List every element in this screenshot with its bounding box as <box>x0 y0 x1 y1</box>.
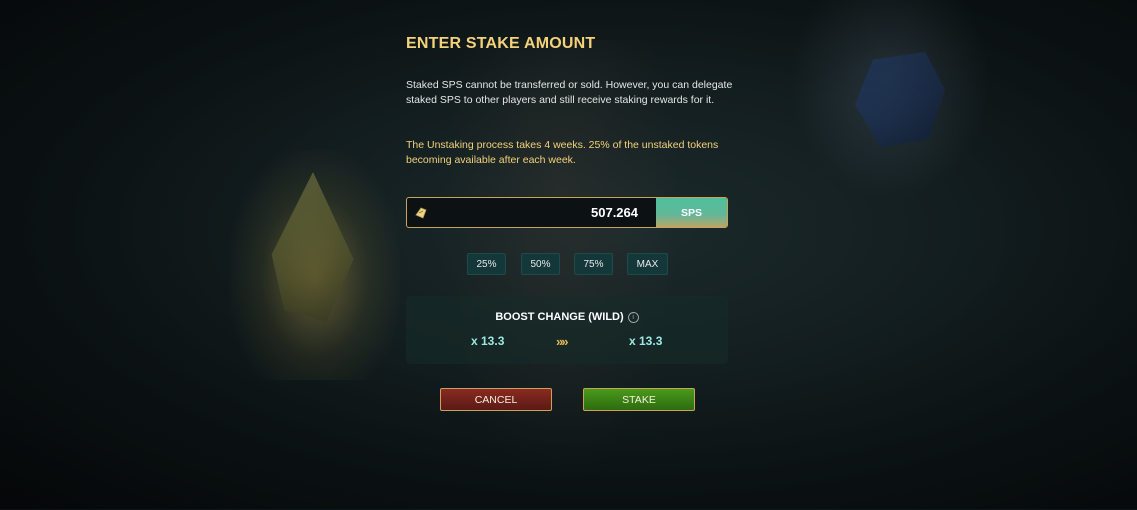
stake-amount-field: SPS <box>406 197 728 228</box>
stake-modal: ENTER STAKE AMOUNT Staked SPS cannot be … <box>0 0 1137 509</box>
unstaking-warning: The Unstaking process takes 4 weeks. 25%… <box>406 139 719 166</box>
sps-token-icon <box>407 198 435 227</box>
percent-50-button[interactable]: 50% <box>521 253 560 275</box>
percent-max-button[interactable]: MAX <box>627 253 668 275</box>
boost-change-panel: BOOST CHANGE (WILD) i x 13.3 »» x 13.3 <box>406 296 728 364</box>
modal-description: Staked SPS cannot be transferred or sold… <box>406 79 733 106</box>
stake-amount-input[interactable] <box>435 198 656 227</box>
info-icon[interactable]: i <box>627 312 639 323</box>
percent-75-button[interactable]: 75% <box>574 253 613 275</box>
chevrons-right-icon: »» <box>556 334 569 349</box>
boost-current-value: x 13.3 <box>471 334 505 348</box>
boost-title: BOOST CHANGE (WILD) i <box>406 311 728 323</box>
stake-button[interactable]: STAKE <box>583 388 695 411</box>
currency-label: SPS <box>656 198 727 227</box>
percent-25-button[interactable]: 25% <box>467 253 506 275</box>
modal-title: ENTER STAKE AMOUNT <box>406 35 596 52</box>
boost-new-value: x 13.3 <box>629 334 663 348</box>
cancel-button[interactable]: CANCEL <box>440 388 552 411</box>
boost-title-label: BOOST CHANGE (WILD) <box>495 311 624 323</box>
